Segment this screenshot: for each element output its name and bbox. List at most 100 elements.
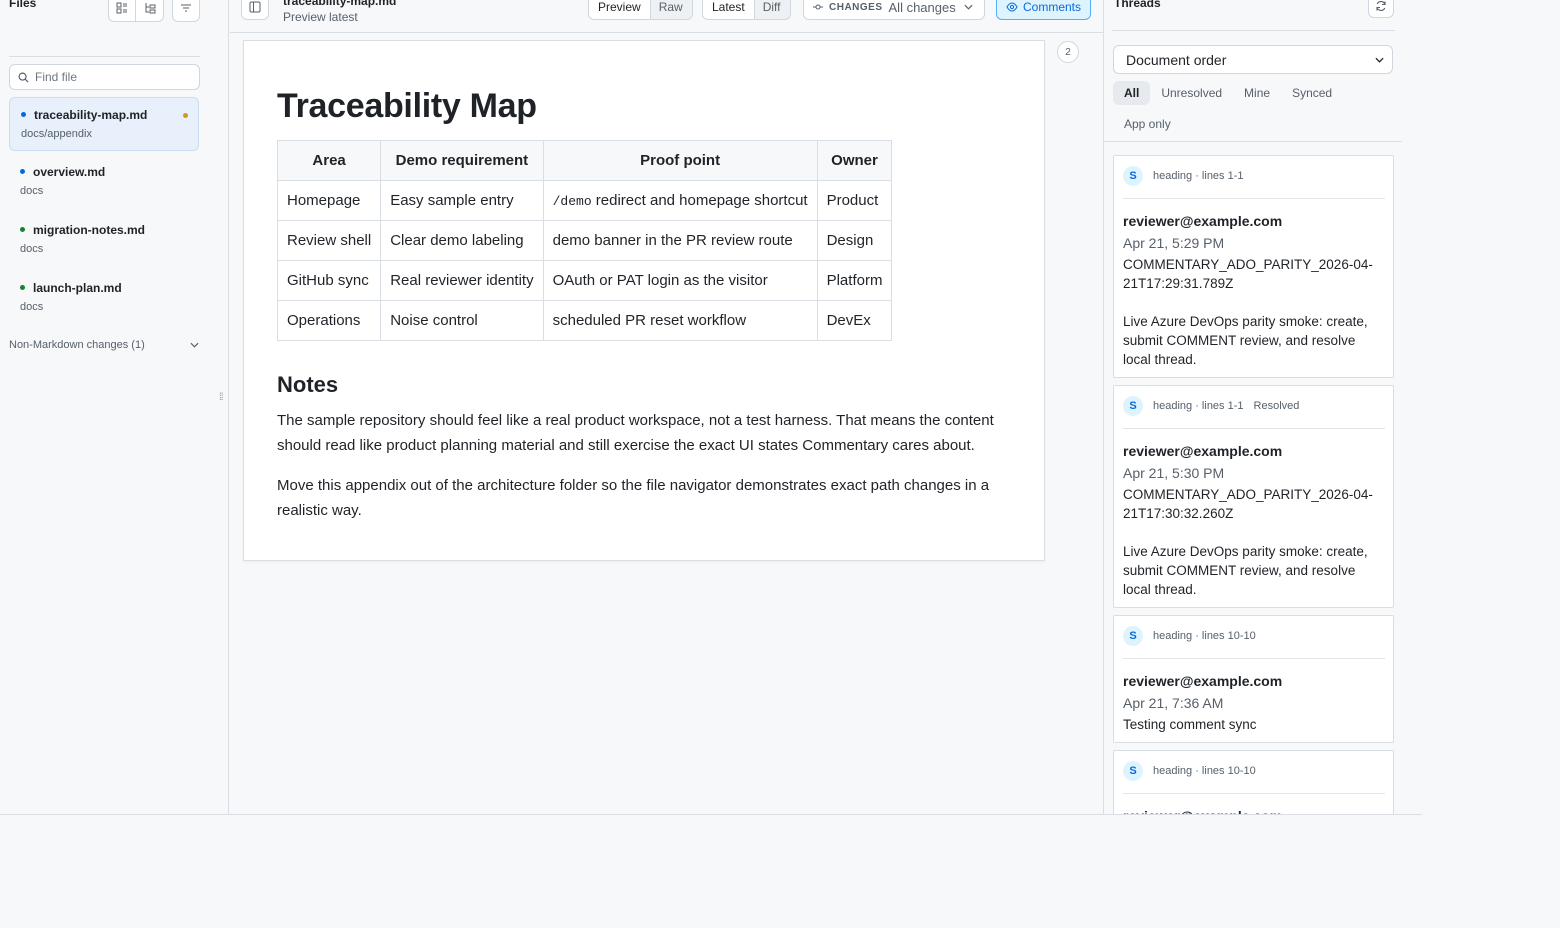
threads-panel: Threads Document order All Unresolved Mine… — [1103, 0, 1402, 814]
thread-card[interactable]: Sheading · lines 10-10 reviewer@example.c… — [1113, 750, 1394, 814]
thread-card[interactable]: Sheading · lines 1-1 reviewer@example.com… — [1113, 155, 1394, 378]
table-header-cell: Owner — [816, 140, 893, 181]
thread-header: Sheading · lines 10-10 — [1123, 625, 1385, 659]
resize-handle[interactable]: ⁞⁞ — [219, 392, 223, 403]
file-name-text: traceability-map.md — [34, 108, 148, 122]
table-cell: Homepage — [276, 180, 382, 221]
refresh-button[interactable] — [1368, 0, 1394, 18]
thread-header: Sheading · lines 1-1 Resolved — [1123, 395, 1385, 429]
table-header-cell: Proof point — [542, 140, 818, 181]
table-cell: Product — [816, 180, 893, 221]
file-item[interactable]: launch-plan.md docs — [9, 271, 199, 325]
filter-all[interactable]: All — [1113, 81, 1151, 105]
page-background — [0, 816, 1560, 928]
collapse-sidebar-button[interactable] — [241, 0, 269, 20]
non-markdown-toggle[interactable]: Non-Markdown changes (1) — [9, 339, 199, 351]
modified-dot — [183, 113, 188, 118]
thread-anchor[interactable]: heading · lines 1-1 — [1153, 170, 1244, 182]
paragraph: The sample repository should feel like a… — [277, 412, 994, 454]
document-page: Traceability Map Area Demo requirement Pro… — [243, 40, 1045, 561]
table-cell: Noise control — [380, 300, 544, 341]
status-dot — [20, 227, 25, 232]
sidebar-title: Files — [9, 0, 37, 10]
thread-anchor[interactable]: heading · lines 10-10 — [1153, 630, 1256, 642]
status-badge: Resolved — [1253, 399, 1300, 412]
file-item[interactable]: overview.md docs — [9, 155, 199, 209]
latest-button[interactable]: Latest — [703, 0, 754, 19]
table-cell: DevEx — [816, 300, 893, 341]
table-cell: Easy sample entry — [380, 180, 544, 221]
changes-select[interactable]: CHANGES All changes — [803, 0, 985, 20]
file-name: migration-notes.md — [20, 223, 199, 237]
inline-code: /demo — [552, 194, 592, 209]
file-sidebar: Files traceability-map.md docs/appendix ov… — [0, 0, 229, 814]
changes-label: CHANGES — [829, 1, 883, 13]
thread-body: COMMENTARY_ADO_PARITY_2026-04-21T17:30:3… — [1123, 487, 1373, 597]
table-body: Homepage Easy sample entry/demo redirect … — [276, 180, 893, 341]
find-file-box[interactable] — [9, 64, 200, 90]
table-cell: /demo redirect and homepage shortcut — [542, 180, 818, 221]
list-view-button[interactable] — [108, 0, 136, 22]
file-item[interactable]: migration-notes.md docs — [9, 213, 199, 267]
comments-button[interactable]: Comments — [996, 0, 1091, 20]
filter-app-only[interactable]: App only — [1113, 112, 1182, 136]
avatar: S — [1123, 625, 1143, 646]
sidebar-divider — [9, 56, 200, 57]
document-title: traceability-map.md — [283, 0, 397, 8]
threads-title: Threads — [1114, 0, 1161, 10]
filter-button[interactable] — [172, 0, 200, 22]
table-cell: Operations — [276, 300, 382, 341]
table-cell: demo banner in the PR review route — [542, 220, 818, 261]
status-dot — [20, 169, 25, 174]
eye-icon — [1006, 2, 1018, 12]
thread-header: Sheading · lines 10-10 — [1123, 760, 1385, 794]
file-path: docs — [20, 185, 44, 197]
filter-mine[interactable]: Mine — [1233, 81, 1281, 105]
status-dot — [21, 112, 26, 117]
table-cell: Clear demo labeling — [380, 220, 544, 261]
non-markdown-label: Non-Markdown changes (1) — [9, 339, 145, 351]
comment-count-badge[interactable]: 2 — [1057, 41, 1079, 63]
file-name-text: overview.md — [33, 165, 106, 179]
filter-unresolved[interactable]: Unresolved — [1150, 81, 1233, 105]
thread-author: reviewer@example.com — [1123, 808, 1385, 814]
changes-value: All changes — [888, 0, 956, 15]
diff-button[interactable]: Diff — [754, 0, 790, 19]
refresh-icon — [1376, 1, 1386, 11]
tree-view-button[interactable] — [136, 0, 164, 22]
preview-button[interactable]: Preview — [589, 0, 650, 19]
thread-author: reviewer@example.com — [1123, 213, 1283, 229]
thread-anchor[interactable]: heading · lines 10-10 — [1153, 765, 1256, 777]
table-cell: Review shell — [276, 220, 382, 261]
document-heading[interactable]: Traceability Map — [277, 87, 537, 126]
traceability-table: Area Demo requirement Proof point Owner Hom… — [276, 140, 893, 341]
filter-synced[interactable]: Synced — [1281, 81, 1343, 105]
table-cell: Design — [816, 220, 893, 261]
chevron-down-icon — [1375, 57, 1384, 63]
thread-body: COMMENTARY_ADO_PARITY_2026-04-21T17:29:3… — [1123, 257, 1373, 367]
file-name: traceability-map.md — [21, 108, 198, 122]
thread-timestamp: Apr 21, 7:36 AM — [1123, 695, 1224, 711]
thread-card[interactable]: Sheading · lines 10-10 reviewer@example.c… — [1113, 615, 1394, 743]
thread-anchor[interactable]: heading · lines 1-1 — [1153, 400, 1244, 412]
raw-button[interactable]: Raw — [650, 0, 692, 19]
main-area: traceability-map.md Preview latest Previ… — [230, 0, 1103, 814]
thread-filters: All Unresolved Mine Synced App only — [1113, 81, 1393, 143]
table-header-cell: Demo requirement — [380, 140, 544, 181]
threads-divider — [1112, 30, 1395, 31]
thread-card[interactable]: Sheading · lines 1-1 Resolved reviewer@exa… — [1113, 385, 1394, 608]
compare-mode-toggle: Latest Diff — [702, 0, 791, 20]
table-cell: Real reviewer identity — [380, 260, 544, 301]
thread-timestamp: Apr 21, 5:30 PM — [1123, 465, 1225, 481]
find-file-input[interactable] — [35, 70, 185, 84]
tree-view-icon — [145, 3, 155, 14]
table-cell: OAuth or PAT login as the visitor — [542, 260, 818, 301]
table-row: GitHub sync Real reviewer identity OAuth o… — [276, 260, 893, 301]
list-view-icon — [116, 2, 127, 14]
commit-icon — [813, 4, 823, 10]
table-row: Review shell Clear demo labeling demo bann… — [276, 220, 893, 261]
file-item[interactable]: traceability-map.md docs/appendix — [9, 97, 199, 151]
notes-heading[interactable]: Notes — [277, 372, 338, 398]
thread-order-select[interactable]: Document order — [1113, 45, 1393, 74]
table-row: Operations Noise control scheduled PR rese… — [276, 300, 893, 341]
